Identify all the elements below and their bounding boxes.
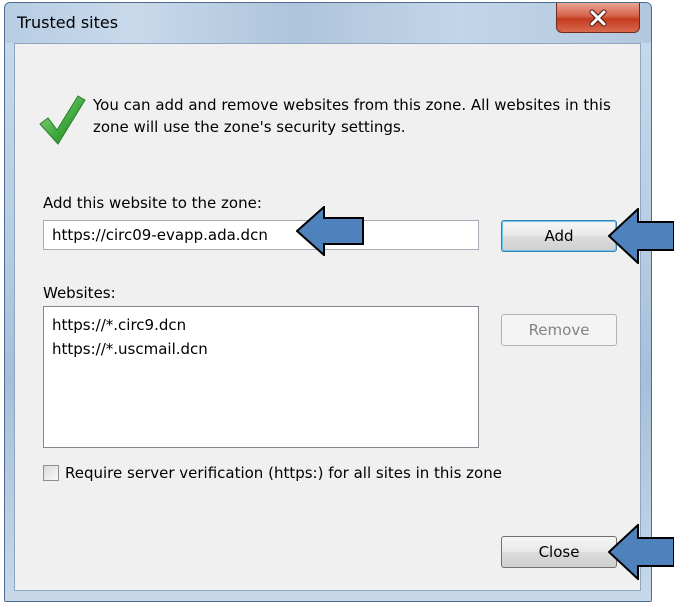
websites-label: Websites:: [43, 284, 116, 302]
websites-list[interactable]: https://*.circ9.dcn https://*.uscmail.dc…: [43, 306, 479, 448]
add-website-label: Add this website to the zone:: [43, 194, 262, 212]
require-https-label: Require server verification (https:) for…: [65, 464, 502, 482]
window-title: Trusted sites: [17, 13, 119, 32]
title-bar: Trusted sites: [5, 3, 651, 43]
list-item[interactable]: https://*.circ9.dcn: [52, 313, 470, 337]
zone-info-text: You can add and remove websites from thi…: [93, 96, 611, 136]
screenshot-stage: Trusted sites You can add and remove web…: [0, 0, 674, 606]
checkmark-icon: [39, 95, 86, 145]
list-item[interactable]: https://*.uscmail.dcn: [52, 337, 470, 361]
remove-button[interactable]: Remove: [501, 314, 617, 346]
add-button[interactable]: Add: [501, 220, 617, 252]
require-https-checkbox[interactable]: [43, 465, 59, 481]
trusted-sites-dialog: Trusted sites You can add and remove web…: [4, 2, 652, 602]
website-url-input[interactable]: [43, 220, 479, 250]
close-button[interactable]: Close: [501, 536, 617, 568]
arrow-left-icon: [608, 524, 674, 580]
require-https-option[interactable]: Require server verification (https:) for…: [43, 464, 502, 482]
arrow-left-icon: [608, 208, 674, 264]
close-icon: [589, 9, 607, 26]
arrow-left-icon: [296, 206, 364, 256]
dialog-body: You can add and remove websites from thi…: [14, 43, 641, 591]
close-window-button[interactable]: [556, 3, 640, 33]
